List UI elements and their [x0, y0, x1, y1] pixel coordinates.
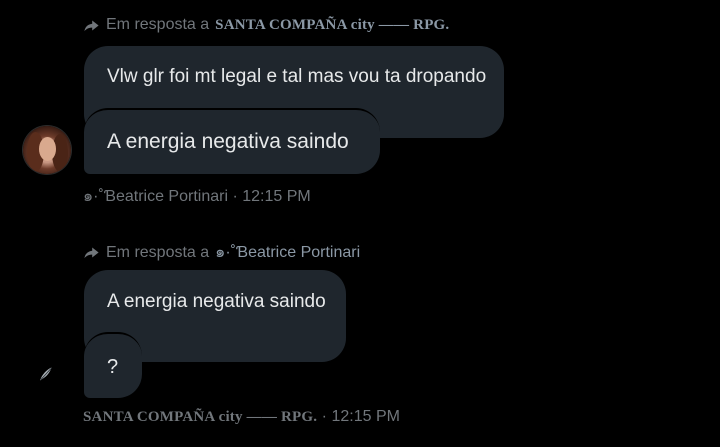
reply-prefix: Em resposta a	[106, 243, 210, 261]
reply-arrow-icon	[83, 17, 100, 34]
message-meta: ๑·˚Ɓeatrice Portinari · 12:15 PM	[83, 184, 311, 209]
feather-pen-icon[interactable]	[38, 366, 54, 382]
message-text: A energia negativa saindo	[107, 291, 326, 312]
message-bubble[interactable]: ?	[84, 332, 142, 398]
reply-indicator[interactable]: Em resposta a ๑·˚Ɓeatrice Portinari	[83, 240, 360, 265]
reply-indicator[interactable]: Em resposta a SANTA COMPAÑA city —— RPG.	[83, 16, 449, 34]
reply-target[interactable]: ๑·˚Ɓeatrice Portinari	[215, 240, 360, 265]
meta-separator: ·	[232, 188, 243, 205]
reply-prefix: Em resposta a	[106, 16, 210, 33]
sender-name[interactable]: ๑·˚Ɓeatrice Portinari	[83, 188, 228, 205]
avatar-face	[39, 137, 56, 161]
message-timestamp: 12:15 PM	[242, 188, 311, 205]
sender-name[interactable]: SANTA COMPAÑA city —— RPG.	[83, 409, 317, 425]
message-text: Vlw glr foi mt legal e tal mas vou ta dr…	[107, 66, 487, 87]
message-timestamp: 12:15 PM	[331, 408, 400, 425]
reply-target[interactable]: SANTA COMPAÑA city —— RPG.	[215, 17, 449, 34]
message-text: A energia negativa saindo	[107, 130, 349, 153]
message-meta: SANTA COMPAÑA city —— RPG. · 12:15 PM	[83, 408, 400, 426]
message-bubble[interactable]: A energia negativa saindo	[84, 108, 380, 174]
avatar[interactable]	[23, 126, 71, 174]
reply-arrow-icon	[83, 244, 100, 261]
message-text: ?	[107, 356, 119, 378]
meta-separator: ·	[321, 408, 332, 425]
